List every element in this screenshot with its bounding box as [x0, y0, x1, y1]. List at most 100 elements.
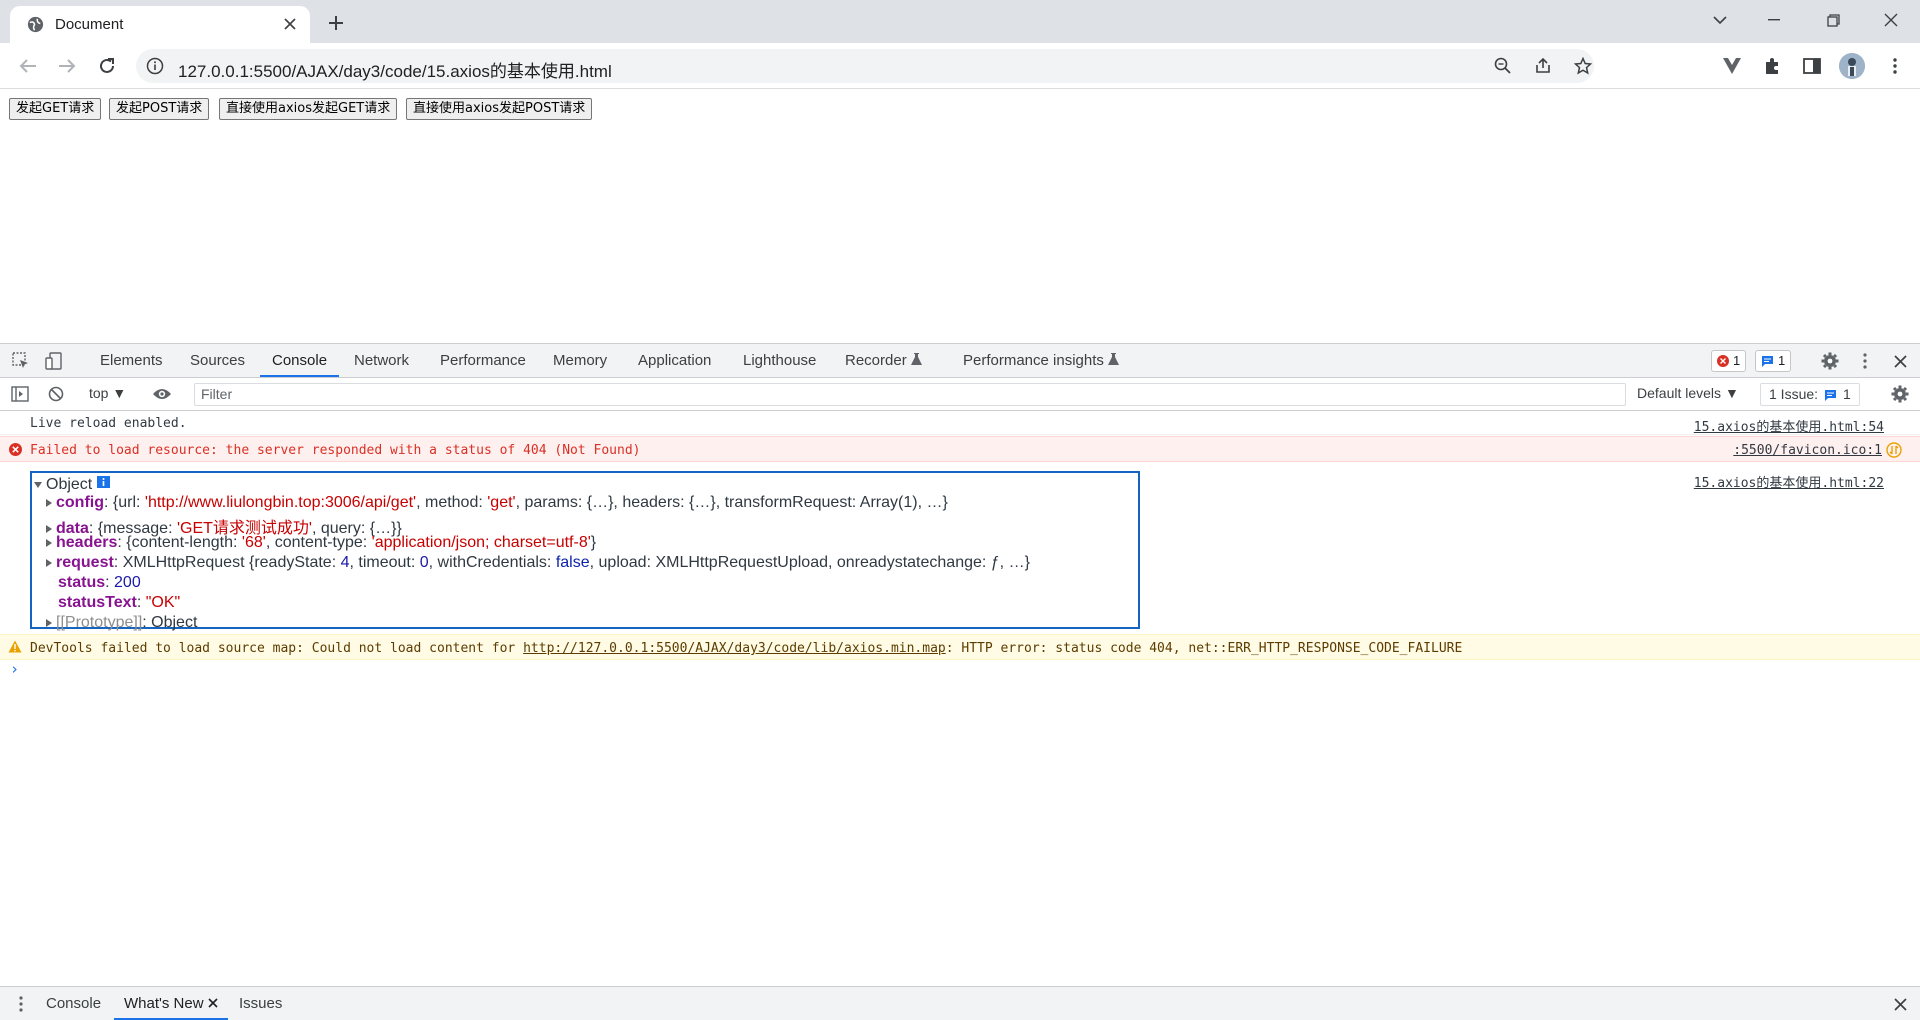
tab-memory[interactable]: Memory	[541, 344, 619, 377]
tab-network[interactable]: Network	[342, 344, 421, 377]
prop-key: [[Prototype]]	[56, 614, 143, 631]
network-request-icon[interactable]	[1886, 442, 1902, 462]
prop-text: : {url:	[104, 494, 145, 511]
flask-icon	[910, 353, 922, 365]
vue-devtools-extension-icon[interactable]	[1719, 53, 1745, 79]
prop-keyword: false	[555, 554, 590, 571]
tab-console[interactable]: Console	[260, 344, 340, 377]
devtools-drawer-tabbar: Console What's New Issues	[0, 986, 1920, 1020]
object-prop-prototype[interactable]: [[Prototype]]: Object	[46, 614, 197, 632]
zoom-icon[interactable]	[1492, 55, 1514, 77]
minimize-button[interactable]	[1750, 0, 1798, 40]
prop-text: , method:	[416, 494, 488, 511]
reload-button[interactable]	[92, 51, 122, 81]
settings-gear-icon[interactable]	[1818, 349, 1842, 373]
clear-console-icon[interactable]	[44, 382, 68, 406]
share-icon[interactable]	[1532, 55, 1554, 77]
live-expression-eye-icon[interactable]	[150, 382, 174, 406]
bookmark-star-icon[interactable]	[1572, 55, 1594, 77]
browser-toolbar: 127.0.0.1:5500/AJAX/day3/code/15.axios的基…	[0, 43, 1920, 89]
side-panel-icon[interactable]	[1799, 53, 1825, 79]
browser-tab[interactable]: Document	[10, 6, 310, 43]
object-prop-headers[interactable]: headers: {content-length: '68', content-…	[46, 534, 596, 552]
tab-performance[interactable]: Performance	[428, 344, 538, 377]
device-toolbar-icon[interactable]	[42, 349, 66, 373]
caret-down-icon: ▼	[112, 385, 127, 401]
tab-recorder-label: Recorder	[845, 352, 907, 369]
page-viewport: 发起GET请求 发起POST请求 直接使用axios发起GET请求 直接使用ax…	[0, 90, 1920, 343]
source-link[interactable]: 15.axios的基本使用.html:22	[1694, 472, 1884, 491]
devtools-menu-icon[interactable]	[1853, 349, 1877, 373]
drawer-menu-icon[interactable]	[9, 992, 33, 1016]
axios-post-request-button[interactable]: 直接使用axios发起POST请求	[406, 98, 593, 120]
close-icon[interactable]	[208, 998, 218, 1008]
prop-text: : {content-length:	[117, 534, 242, 551]
prop-text: : Object	[142, 614, 198, 631]
tab-title: Document	[55, 16, 124, 33]
prop-string: 'application/json; charset=utf-8'	[371, 534, 591, 551]
error-count-badge[interactable]: 1	[1711, 350, 1747, 372]
console-log-row: Live reload enabled. 15.axios的基本使用.html:…	[0, 411, 1920, 435]
back-button[interactable]	[13, 51, 43, 81]
object-header-label: Object	[46, 476, 93, 493]
console-filter-input[interactable]: Filter	[194, 383, 1626, 406]
address-bar[interactable]: 127.0.0.1:5500/AJAX/day3/code/15.axios的基…	[136, 49, 1594, 83]
restore-button[interactable]	[1809, 0, 1857, 40]
extensions-puzzle-icon[interactable]	[1759, 53, 1785, 79]
get-request-button[interactable]: 发起GET请求	[9, 98, 102, 120]
warning-text-post: : HTTP error: status code 404, net::ERR_…	[945, 641, 1463, 656]
console-settings-gear-icon[interactable]	[1888, 382, 1912, 406]
close-devtools-icon[interactable]	[1888, 349, 1912, 373]
console-warning-text: DevTools failed to load source map: Coul…	[30, 641, 1462, 656]
post-request-button[interactable]: 发起POST请求	[109, 98, 210, 120]
browser-menu-icon[interactable]	[1882, 53, 1908, 79]
close-tab-icon[interactable]	[278, 12, 302, 36]
issues-button[interactable]: 1 Issue: 1	[1760, 383, 1860, 406]
devtools-tabbar: Elements Sources Console Network Perform…	[0, 344, 1920, 378]
caret-right-icon	[46, 618, 52, 627]
object-prop-request[interactable]: request: XMLHttpRequest {readyState: 4, …	[46, 554, 1030, 572]
object-prop-config[interactable]: config: {url: 'http://www.liulongbin.top…	[46, 494, 948, 512]
tab-performance-insights[interactable]: Performance insights	[951, 344, 1131, 377]
prop-number: 200	[114, 574, 141, 591]
message-icon	[1762, 356, 1773, 367]
forward-button[interactable]	[52, 51, 82, 81]
console-toolbar: top ▼ Filter Default levels ▼ 1 Issue: 1	[0, 378, 1920, 411]
profile-avatar[interactable]	[1839, 53, 1865, 79]
close-drawer-icon[interactable]	[1888, 992, 1912, 1016]
source-map-link[interactable]: http://127.0.0.1:5500/AJAX/day3/code/lib…	[523, 641, 946, 656]
log-levels-label: Default levels	[1637, 385, 1722, 401]
site-info-icon[interactable]	[146, 57, 164, 75]
tab-lighthouse[interactable]: Lighthouse	[731, 344, 828, 377]
object-header[interactable]: Object	[34, 476, 110, 494]
drawer-tab-console[interactable]: Console	[36, 987, 111, 1020]
message-count-badge[interactable]: 1	[1755, 350, 1792, 372]
source-link[interactable]: 15.axios的基本使用.html:54	[1694, 416, 1884, 435]
tab-application[interactable]: Application	[626, 344, 723, 377]
drawer-tab-whats-new[interactable]: What's New	[114, 987, 228, 1020]
info-icon	[96, 476, 110, 488]
console-prompt[interactable]: ›	[10, 660, 19, 678]
context-selector[interactable]: top ▼	[89, 385, 126, 401]
error-count: 1	[1733, 353, 1741, 368]
axios-get-request-button[interactable]: 直接使用axios发起GET请求	[219, 98, 398, 120]
console-error-row: Failed to load resource: the server resp…	[0, 436, 1920, 462]
tab-sources[interactable]: Sources	[178, 344, 257, 377]
tab-elements[interactable]: Elements	[88, 344, 175, 377]
tab-recorder[interactable]: Recorder	[833, 344, 934, 377]
caret-down-icon: ▼	[1724, 385, 1739, 401]
new-tab-button[interactable]	[322, 9, 350, 37]
object-prop-status: status: 200	[58, 574, 141, 591]
flask-icon	[1108, 353, 1120, 365]
show-sidebar-icon[interactable]	[8, 382, 32, 406]
close-window-button[interactable]	[1867, 0, 1915, 40]
drawer-tab-issues[interactable]: Issues	[229, 987, 292, 1020]
caret-right-icon	[46, 498, 52, 507]
prop-text: : XMLHttpRequest {readyState:	[113, 554, 341, 571]
inspect-element-icon[interactable]	[9, 349, 33, 373]
expanded-object: Object config: {url: 'http://www.liulong…	[30, 471, 1140, 632]
tab-search-icon[interactable]	[1696, 0, 1744, 40]
log-levels-dropdown[interactable]: Default levels ▼	[1637, 385, 1739, 401]
prop-text: }	[590, 534, 597, 551]
source-link[interactable]: :5500/favicon.ico:1	[1733, 443, 1882, 458]
